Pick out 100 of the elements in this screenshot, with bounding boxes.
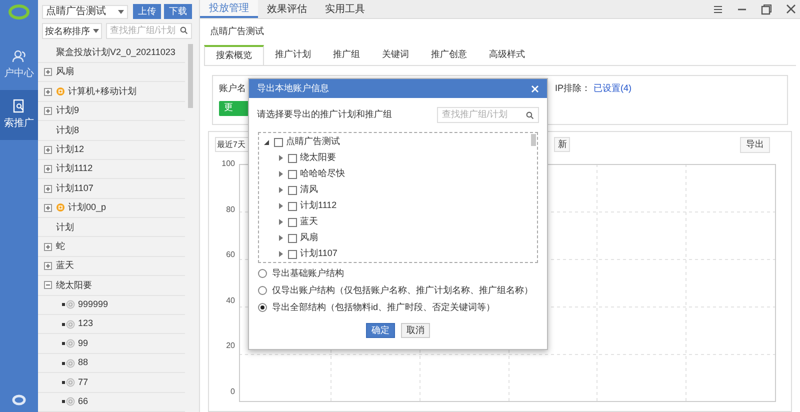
plan-list-item[interactable]: 计划12 <box>38 140 185 160</box>
close-icon[interactable] <box>786 4 796 14</box>
plan-list-item[interactable]: 绕太阳要 <box>38 276 185 296</box>
plan-list-item[interactable]: 风扇 <box>38 62 185 82</box>
tree-item-label[interactable]: 哈哈哈尽快 <box>300 167 345 181</box>
download-button[interactable]: 下载 <box>164 4 192 20</box>
top-tab[interactable]: 投放管理 <box>200 0 258 18</box>
checkbox[interactable] <box>288 250 297 258</box>
expand-arrow-icon[interactable] <box>279 187 283 193</box>
account-name-label: 账户名 <box>219 82 246 95</box>
group-icon <box>66 300 75 310</box>
plan-list-item[interactable]: 计划 <box>38 218 185 238</box>
menu-icon[interactable] <box>713 4 723 14</box>
radio-button[interactable] <box>258 269 267 278</box>
checkbox[interactable] <box>274 138 283 146</box>
plan-list-item[interactable]: 计划1107 <box>38 179 185 199</box>
expanded-arrow-icon[interactable] <box>264 140 269 144</box>
plan-list-item[interactable]: 计算机+移动计划 <box>38 82 185 102</box>
caret-icon <box>118 10 124 14</box>
range-dropdown[interactable]: 最近7天 <box>215 137 249 152</box>
expand-arrow-icon[interactable] <box>279 235 283 241</box>
tab[interactable]: 搜索概览 <box>204 45 264 65</box>
top-tab[interactable]: 效果评估 <box>258 0 316 18</box>
tree-item-label[interactable]: 计划1107 <box>300 247 338 261</box>
checkbox[interactable] <box>288 218 297 226</box>
search-icon <box>180 26 188 36</box>
sort-dropdown[interactable]: 按名称排序 <box>42 22 102 39</box>
plan-list-item[interactable]: 88 <box>38 354 185 374</box>
tree-item-label[interactable]: 计划1112 <box>300 199 337 213</box>
expand-arrow-icon[interactable] <box>279 171 283 177</box>
export-button[interactable]: 导出 <box>740 137 770 153</box>
refresh-button[interactable]: 新 <box>554 137 570 152</box>
scrollbar[interactable] <box>531 134 536 146</box>
caret-icon <box>93 28 99 33</box>
scrollbar[interactable] <box>188 44 193 108</box>
plan-list-item[interactable]: 计划8 <box>38 121 185 141</box>
maximize-icon[interactable] <box>761 4 772 14</box>
group-icon <box>66 397 75 406</box>
plan-list-item[interactable]: 蓝天 <box>38 256 185 276</box>
tab[interactable]: 高级样式 <box>478 45 536 65</box>
checkbox[interactable] <box>288 186 297 194</box>
expand-icon[interactable] <box>44 262 52 270</box>
checkbox[interactable] <box>288 154 297 162</box>
tab[interactable]: 推广组 <box>322 45 371 65</box>
top-tab[interactable]: 实用工具 <box>316 0 374 18</box>
expand-icon[interactable] <box>44 68 52 76</box>
tree-item-label[interactable]: 清风 <box>300 183 318 197</box>
expand-icon[interactable] <box>44 184 52 192</box>
plan-list-item[interactable]: 计划1112 <box>38 160 185 180</box>
checkbox[interactable] <box>288 234 297 242</box>
radio-button[interactable] <box>258 303 267 312</box>
checkbox[interactable] <box>288 202 297 210</box>
axis-label: 60 <box>226 249 235 262</box>
plan-list-item[interactable]: 66 <box>38 392 185 412</box>
expand-icon[interactable] <box>44 106 52 115</box>
plan-list-item[interactable]: 聚盒投放计划V2_0_20211023 <box>38 44 185 63</box>
expand-icon[interactable] <box>44 204 52 212</box>
upload-button[interactable]: 上传 <box>133 4 161 20</box>
document-search-icon <box>13 99 25 113</box>
account-dropdown[interactable]: 点睛广告测试 <box>42 4 128 19</box>
expand-icon[interactable] <box>44 146 52 154</box>
expand-arrow-icon[interactable] <box>279 203 283 209</box>
expand-icon[interactable] <box>44 242 52 251</box>
axis-label: 20 <box>226 340 235 352</box>
expand-arrow-icon[interactable] <box>279 155 283 161</box>
tree-item-label[interactable]: 绕太阳要 <box>300 151 336 165</box>
expand-icon[interactable] <box>44 88 52 96</box>
plan-list-item[interactable]: 77 <box>38 373 185 393</box>
tree-item-label[interactable]: 点睛广告测试 <box>286 135 340 149</box>
bullet-icon <box>62 400 65 404</box>
tree-item-label[interactable]: 风扇 <box>300 231 318 245</box>
tab[interactable]: 推广创意 <box>420 45 478 65</box>
plan-list-item[interactable]: 计划9 <box>38 102 185 122</box>
plan-list-item[interactable]: 999999 <box>38 296 185 316</box>
confirm-button[interactable]: 确定 <box>366 323 395 338</box>
tab[interactable]: 关键词 <box>371 45 420 65</box>
collapse-icon[interactable] <box>44 281 52 290</box>
plan-list-item[interactable]: 123 <box>38 315 185 334</box>
expand-arrow-icon[interactable] <box>279 251 283 257</box>
option-label: 仅导出账户结构（仅包括账户名称、推广计划名称、推广组名称） <box>272 284 533 297</box>
search-field[interactable]: 查找推广组/计划 <box>437 107 539 123</box>
option-label: 导出全部结构（包括物料id、推广时段、否定关键词等） <box>272 300 496 314</box>
bullet-icon <box>62 303 65 306</box>
checkbox[interactable] <box>288 170 297 178</box>
nav-item[interactable]: 索推广 <box>0 90 38 140</box>
logo-icon <box>12 394 26 406</box>
tab[interactable]: 推广计划 <box>264 45 322 65</box>
expand-arrow-icon[interactable] <box>279 219 283 225</box>
people-icon <box>12 50 26 62</box>
axis-label: 0 <box>230 386 235 398</box>
radio-button[interactable] <box>258 286 267 295</box>
tree-item-label[interactable]: 蓝天 <box>300 215 318 229</box>
cancel-button[interactable]: 取消 <box>401 323 430 338</box>
plan-list-item[interactable]: 蛇 <box>38 237 185 257</box>
search-icon <box>526 110 534 120</box>
plan-list-item[interactable]: 99 <box>38 334 185 354</box>
search-field[interactable]: 查找推广组/计划 <box>106 22 192 39</box>
ip-exclusion-link[interactable]: 已设置(4) <box>594 82 632 96</box>
plan-list-item[interactable]: 计划00_p <box>38 198 185 218</box>
expand-icon[interactable] <box>44 165 52 174</box>
